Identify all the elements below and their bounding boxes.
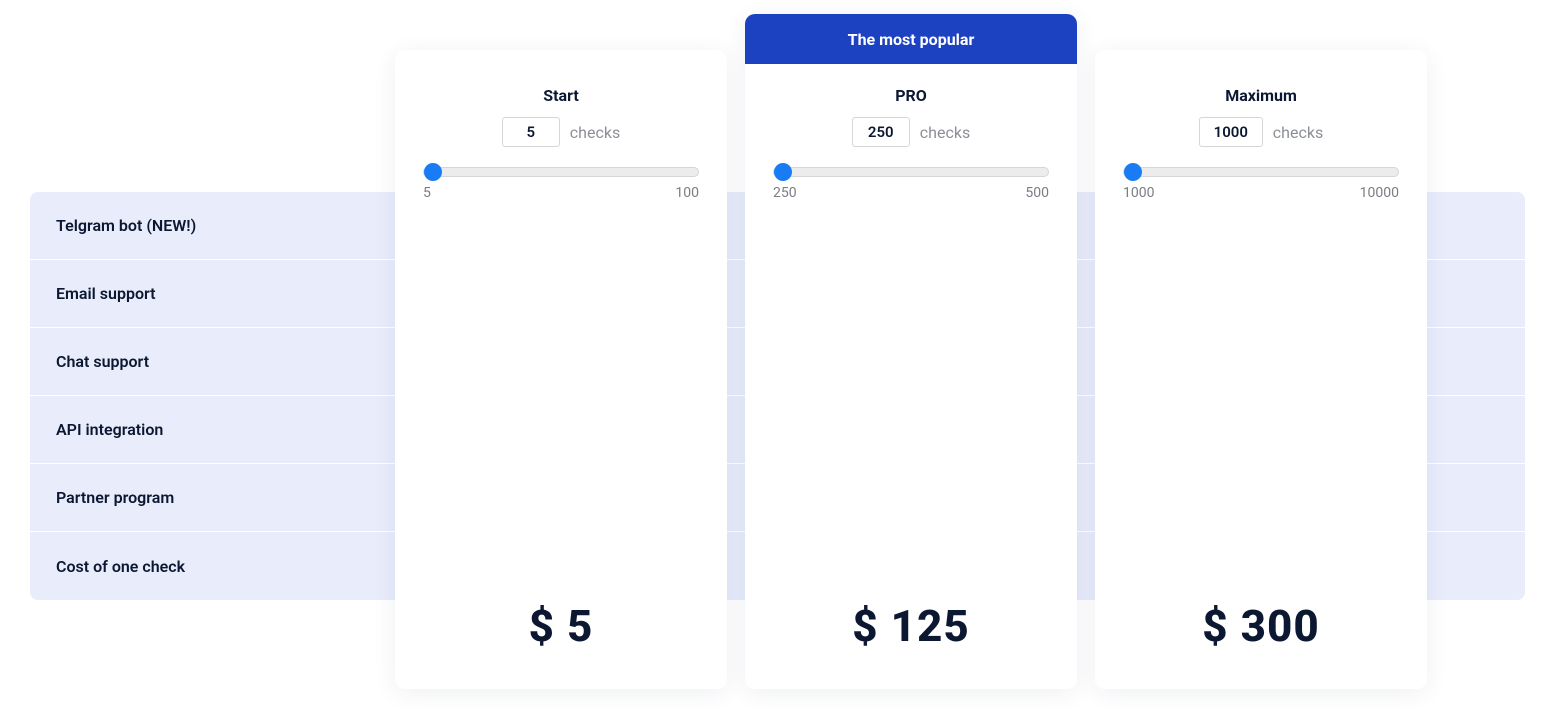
feature-label-api: API integration: [30, 420, 397, 439]
feature-label-chat: Chat support: [30, 352, 397, 371]
slider-thumb-icon[interactable]: [774, 163, 792, 181]
slider-max: 100: [675, 185, 699, 201]
plan-card-max: Maximum checks 1000 10000: [1095, 50, 1427, 689]
checks-slider-max[interactable]: [1123, 167, 1399, 177]
checks-label: checks: [920, 123, 970, 142]
plan-title: PRO: [773, 86, 1049, 105]
feature-label-partner: Partner program: [30, 488, 397, 507]
slider-thumb-icon[interactable]: [424, 163, 442, 181]
checks-slider-start[interactable]: [423, 167, 699, 177]
slider-max: 500: [1025, 185, 1049, 201]
plan-title: Start: [423, 86, 699, 105]
plan-card-pro: The most popular PRO checks 250 500: [745, 14, 1077, 689]
checks-label: checks: [570, 123, 620, 142]
plan-title: Maximum: [1123, 86, 1399, 105]
plan-card-start: Start checks 5 100: [395, 50, 727, 689]
popular-banner: The most popular: [745, 14, 1077, 64]
price-max: $ 300: [1095, 600, 1427, 652]
price-start: $ 5: [395, 600, 727, 652]
slider-min: 1000: [1123, 185, 1154, 201]
slider-min: 5: [423, 185, 431, 201]
price-pro: $ 125: [745, 600, 1077, 652]
feature-label-email: Email support: [30, 284, 397, 303]
checks-input-max[interactable]: [1199, 117, 1263, 147]
checks-label: checks: [1273, 123, 1323, 142]
slider-thumb-icon[interactable]: [1124, 163, 1142, 181]
checks-input-pro[interactable]: [852, 117, 910, 147]
feature-label-telegram: Telgram bot (NEW!): [30, 216, 397, 235]
checks-input-start[interactable]: [502, 117, 560, 147]
slider-min: 250: [773, 185, 797, 201]
slider-max: 10000: [1360, 185, 1399, 201]
feature-label-cost: Cost of one check: [30, 557, 397, 576]
checks-slider-pro[interactable]: [773, 167, 1049, 177]
